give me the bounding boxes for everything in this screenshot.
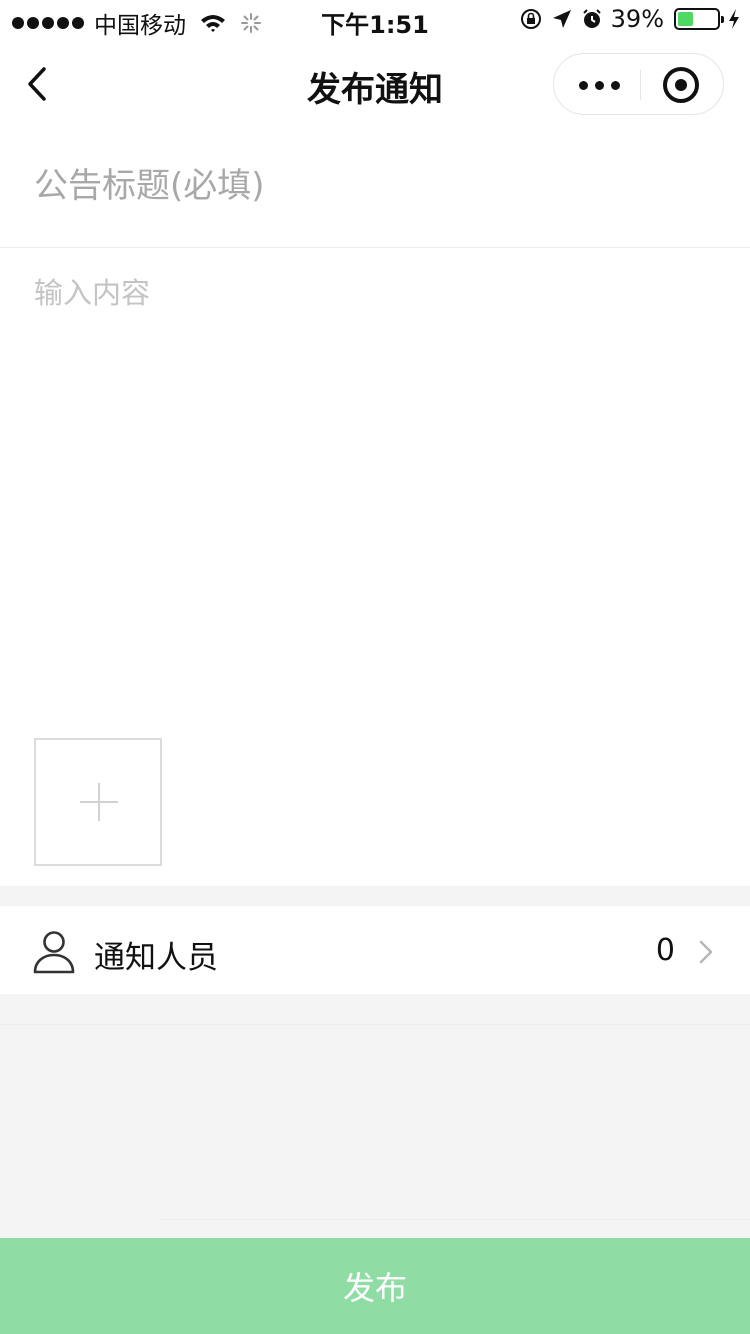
charging-bolt-icon	[729, 9, 739, 29]
mini-program-capsule	[553, 53, 724, 115]
location-arrow-icon	[552, 10, 571, 28]
chevron-left-icon	[28, 67, 46, 101]
publish-button[interactable]: 发布	[0, 1238, 750, 1334]
loading-spinner-icon	[241, 13, 261, 33]
status-right: 39%	[519, 5, 740, 33]
status-left: 中国移动	[12, 6, 262, 40]
wifi-icon	[201, 15, 225, 32]
battery-fill	[678, 12, 693, 26]
more-button[interactable]	[554, 54, 640, 116]
target-circle-icon	[663, 67, 699, 103]
add-image-button[interactable]	[34, 738, 162, 866]
person-icon	[33, 931, 75, 974]
recipients-label: 通知人员	[94, 940, 218, 976]
form-divider	[0, 247, 750, 248]
rotation-lock-icon	[520, 9, 541, 29]
status-bar: 中国移动 下午1:51 39%	[0, 0, 750, 40]
close-button[interactable]	[641, 54, 725, 116]
signal-strength-icon	[12, 17, 84, 29]
notice-form	[0, 128, 750, 886]
notice-title-input[interactable]	[34, 158, 714, 214]
battery-percentage: 39%	[610, 5, 664, 33]
recipients-count: 0	[655, 933, 675, 968]
nav-bar: 发布通知	[0, 40, 750, 128]
battery-icon	[674, 8, 724, 30]
chevron-right-icon	[699, 940, 713, 964]
back-button[interactable]	[22, 62, 62, 106]
alarm-icon	[582, 9, 601, 28]
notice-content-input[interactable]	[34, 270, 714, 710]
carrier-name: 中国移动	[94, 13, 186, 39]
divider-line	[160, 1219, 750, 1220]
divider-line	[0, 1024, 750, 1025]
recipients-row[interactable]: 通知人员 0	[0, 906, 750, 994]
more-dots-icon	[579, 81, 620, 90]
